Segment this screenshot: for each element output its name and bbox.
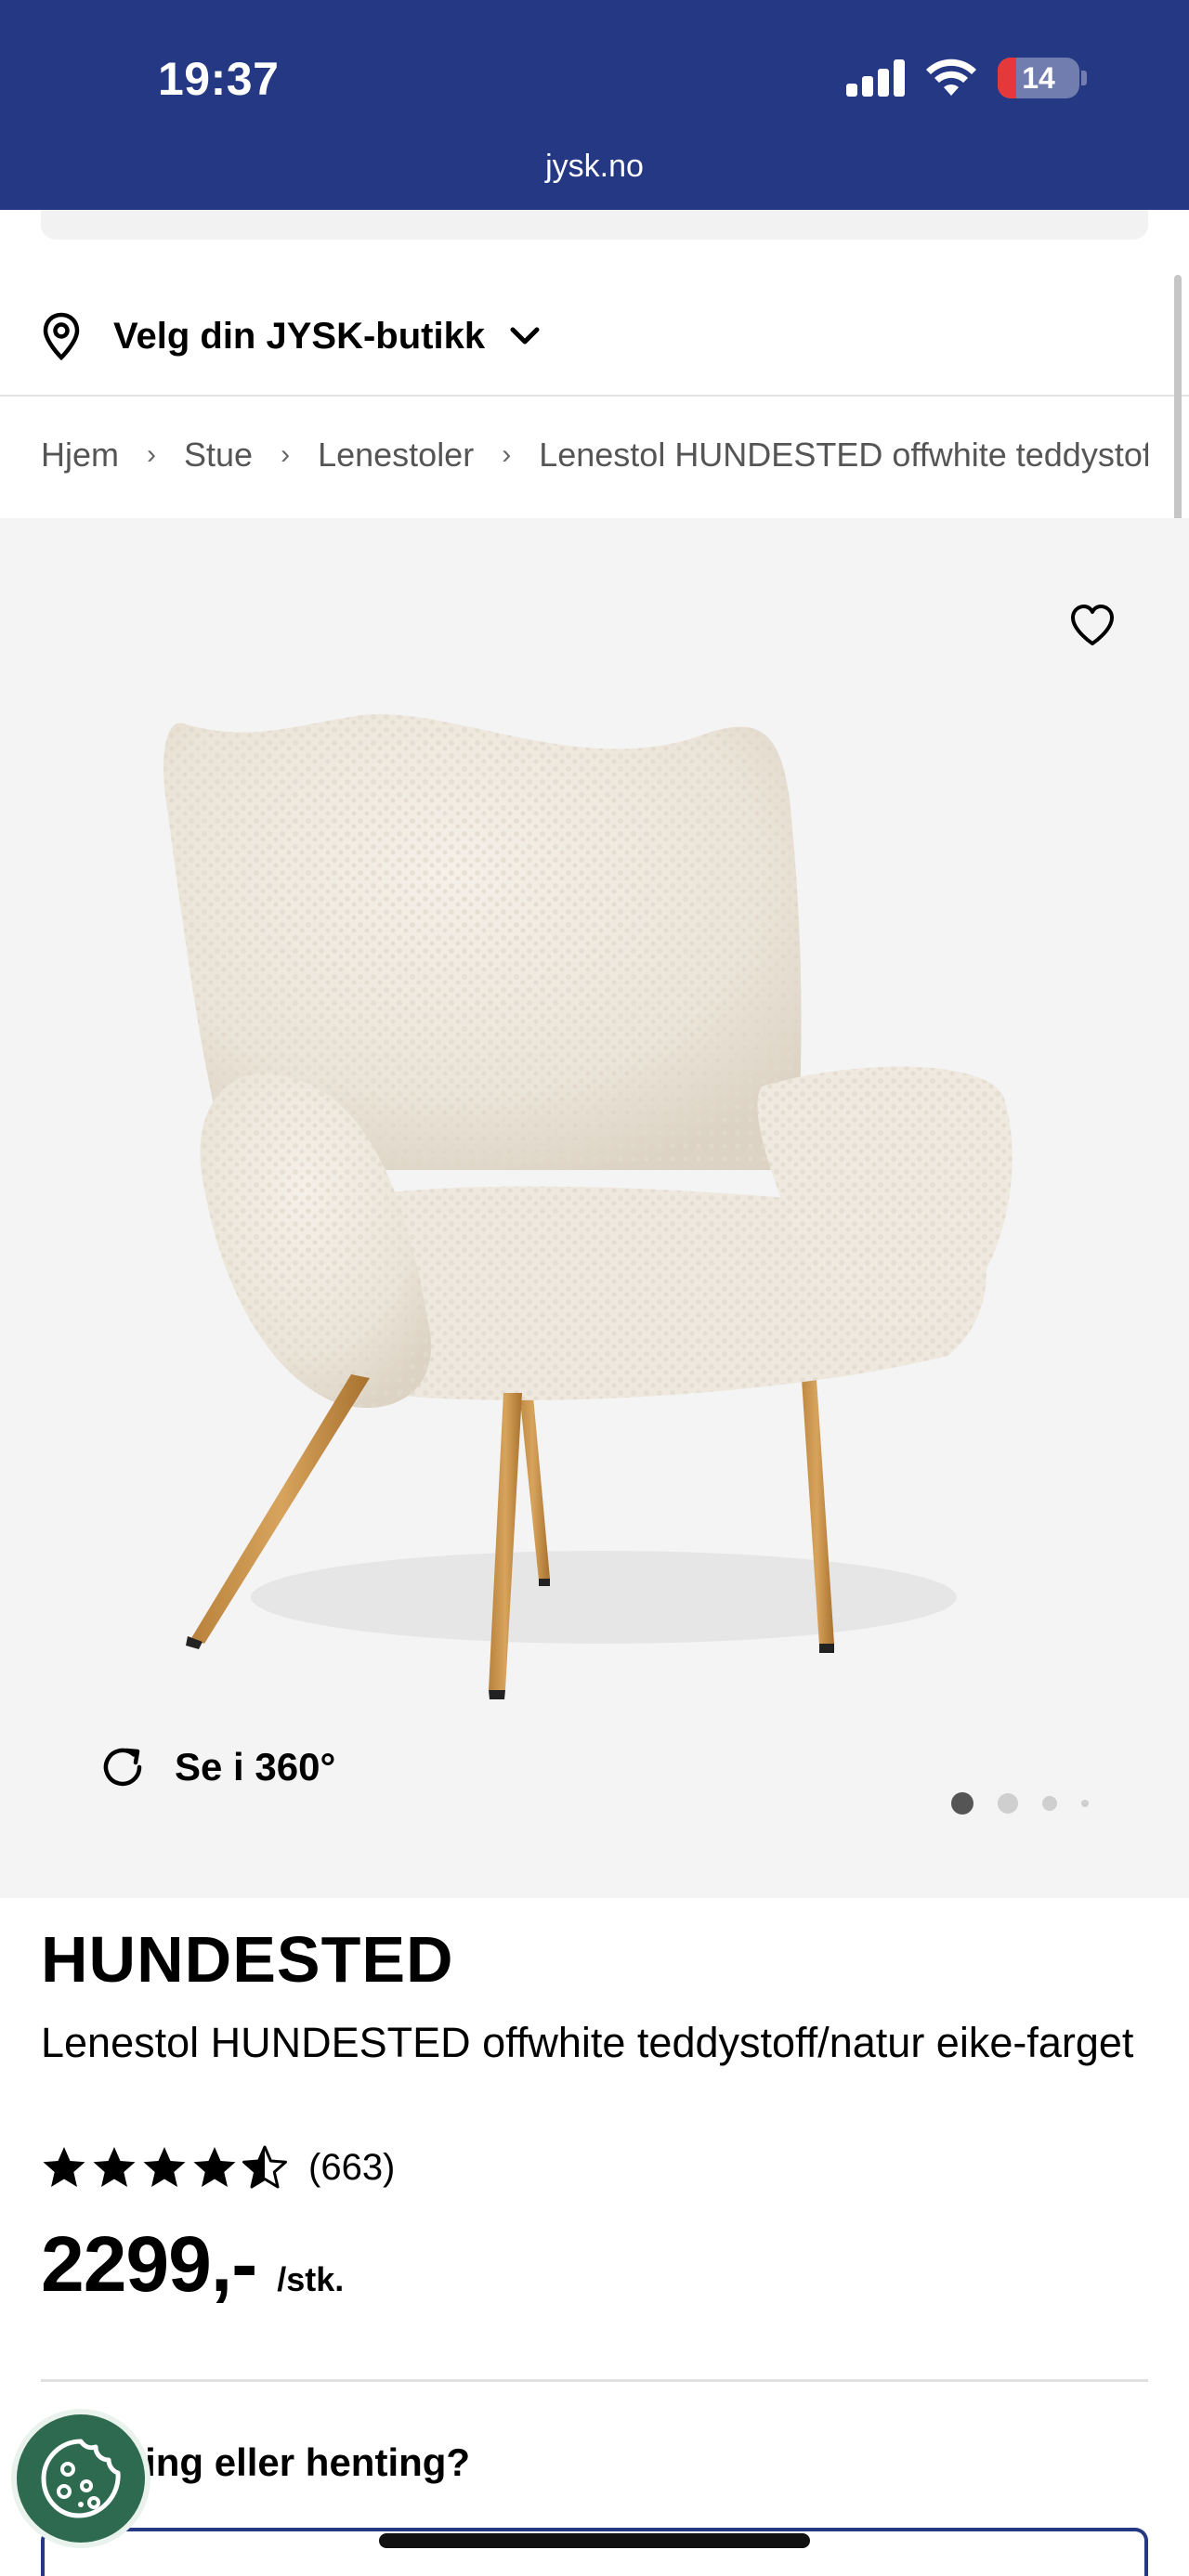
star-filled-icon bbox=[93, 2147, 136, 2187]
rotate-icon bbox=[103, 1748, 142, 1787]
gallery-dot-active[interactable] bbox=[951, 1792, 973, 1815]
product-brand: HUNDESTED bbox=[41, 1923, 454, 1996]
star-filled-icon bbox=[193, 2147, 236, 2187]
gallery-dot[interactable] bbox=[1042, 1796, 1057, 1811]
status-icons: 14 bbox=[846, 58, 1087, 98]
battery-level: 14 bbox=[1022, 60, 1055, 95]
product-image-chair bbox=[163, 714, 1013, 1699]
gallery-dot[interactable] bbox=[1081, 1800, 1089, 1807]
price-unit: /stk. bbox=[277, 2260, 345, 2298]
star-filled-icon bbox=[43, 2147, 85, 2187]
chevron-down-icon bbox=[510, 327, 540, 345]
status-time: 19:37 bbox=[158, 53, 280, 105]
star-half-icon bbox=[242, 2145, 287, 2189]
breadcrumb-lenestoler[interactable]: Lenestoler bbox=[318, 436, 474, 475]
wifi-icon bbox=[926, 59, 976, 96]
product-rating[interactable]: (663) bbox=[41, 2141, 395, 2193]
store-selector[interactable]: Velg din JYSK-butikk bbox=[41, 297, 541, 375]
breadcrumb-home[interactable]: Hjem bbox=[41, 436, 119, 475]
url-bar[interactable]: jysk.no bbox=[0, 149, 1189, 185]
divider bbox=[0, 395, 1189, 397]
home-indicator bbox=[379, 2533, 810, 2548]
price-row: 2299,- /stk. bbox=[41, 2219, 344, 2309]
breadcrumb: Hjem › Stue › Lenestoler › Lenestol HUND… bbox=[41, 429, 1148, 481]
search-bar-edge bbox=[41, 210, 1148, 240]
breadcrumb-separator: › bbox=[147, 439, 157, 470]
cookie-icon bbox=[41, 2439, 121, 2518]
divider bbox=[41, 2379, 1148, 2382]
rating-stars bbox=[41, 2145, 288, 2190]
breadcrumb-separator: › bbox=[502, 439, 512, 470]
view-360-label: Se i 360° bbox=[175, 1745, 336, 1789]
product-title: Lenestol HUNDESTED offwhite teddystoff/n… bbox=[41, 2019, 1134, 2066]
cookie-settings-button[interactable] bbox=[11, 2409, 150, 2548]
battery-icon: 14 bbox=[998, 58, 1079, 98]
location-pin-icon bbox=[43, 312, 80, 360]
view-360-button[interactable]: Se i 360° bbox=[98, 1735, 335, 1800]
breadcrumb-separator: › bbox=[281, 439, 291, 470]
favorite-heart-icon[interactable] bbox=[1068, 602, 1117, 650]
gallery-pagination bbox=[951, 1792, 1089, 1815]
review-count: (663) bbox=[308, 2146, 396, 2188]
breadcrumb-stue[interactable]: Stue bbox=[184, 436, 253, 475]
star-filled-icon bbox=[143, 2147, 186, 2187]
browser-header: 19:37 14 jysk.no bbox=[0, 0, 1189, 210]
gallery-dot[interactable] bbox=[998, 1793, 1018, 1814]
signal-icon bbox=[846, 59, 905, 97]
breadcrumb-current: Lenestol HUNDESTED offwhite teddystoff/n… bbox=[539, 436, 1148, 474]
product-price: 2299,- bbox=[41, 2220, 257, 2308]
store-selector-label: Velg din JYSK-butikk bbox=[113, 315, 486, 357]
